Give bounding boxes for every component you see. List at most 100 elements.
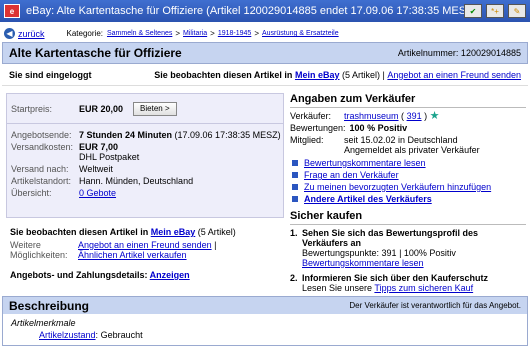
versandkosten-label: Versandkosten: [11, 142, 74, 152]
crumb-1918-1945[interactable]: 1918-1945 [218, 30, 251, 37]
paren: ) [424, 111, 428, 121]
window-title: eBay: Alte Kartentasche für Offiziere (A… [26, 5, 464, 17]
step2-link[interactable]: Tipps zum sicheren Kauf [374, 283, 473, 293]
step2-title: Informieren Sie sich über den Kauferschu… [302, 273, 489, 283]
price-row: Startpreis: EUR 20,00 Bieten > [7, 94, 283, 124]
frage-link[interactable]: Frage an den Verkäufer [304, 170, 399, 180]
weitere-row: Weitere Möglichkeiten: Angebot an einen F… [6, 240, 284, 260]
favorite-add-icon[interactable]: *+ [486, 4, 504, 18]
time-left: 7 Stunden 24 Minuten [79, 130, 173, 140]
favorite-seller-link[interactable]: Zu meinen bevorzugten Verkäufern hinzufü… [304, 182, 491, 192]
paren: ( [401, 111, 405, 121]
zustand-value: Gebraucht [100, 330, 143, 340]
angebotsende-row: Angebotsende: 7 Stunden 24 Minuten (17.0… [7, 130, 283, 142]
payment-label: Angebots- und Zahlungsdetails: [10, 270, 148, 280]
bullet-icon [292, 184, 298, 190]
step1-detail: Bewertungspunkte: 391 | 100% Positiv [302, 248, 456, 258]
list-item: 1. Sehen Sie sich das Bewertungsprofil d… [290, 228, 526, 268]
description-title: Beschreibung [9, 298, 90, 313]
bullet-icon [292, 196, 298, 202]
seller-name-link[interactable]: trashmuseum [344, 111, 399, 121]
login-status: Sie sind eingeloggt [9, 69, 92, 80]
description-section: Beschreibung Der Verkäufer ist verantwor… [2, 296, 528, 346]
browser-icon: e [4, 4, 20, 18]
back-link[interactable]: zurück [18, 29, 45, 39]
crumb-sammeln[interactable]: Sammeln & Seltenes [107, 30, 172, 37]
breadcrumb: ◀ zurück Kategorie: Sammeln & Seltenes >… [0, 25, 530, 42]
checkbox-toolbar-icon[interactable]: ✔ [464, 4, 482, 18]
colon: : [95, 330, 99, 340]
similar-link[interactable]: Ähnlichen Artikel verkaufen [78, 250, 187, 260]
bieten-button[interactable]: Bieten > [133, 101, 177, 116]
startpreis-label: Startpreis: [11, 103, 53, 114]
crumb-separator: > [210, 29, 215, 38]
standort-row: Artikelstandort: Hann. Münden, Deutschla… [7, 176, 283, 188]
seller-heading: Angaben zum Verkäufer [290, 93, 526, 108]
weitere-label: Weitere [10, 240, 41, 250]
mein-ebay-link-2[interactable]: Mein eBay [151, 227, 196, 237]
crumb-separator: > [254, 29, 259, 38]
versandkosten-value: EUR 7,00 [79, 142, 119, 152]
seller-score-link[interactable]: 391 [407, 111, 422, 121]
back-arrow-icon[interactable]: ◀ [4, 28, 15, 39]
window-titlebar: e eBay: Alte Kartentasche für Offiziere … [0, 0, 530, 22]
step1-title: Sehen Sie sich das Bewertungsprofil des … [302, 228, 479, 248]
friend-link-2[interactable]: Angebot an einen Freund senden [78, 240, 212, 250]
bullet-icon [292, 172, 298, 178]
standort-label: Artikelstandort: [11, 176, 72, 186]
mitglied-label: Mitglied: [290, 135, 324, 145]
watch-count-2: (5 Artikel) [197, 227, 236, 237]
bewertungen-label: Bewertungen: [290, 123, 346, 133]
bewertungen-value: 100 % Positiv [349, 123, 408, 133]
edit-note-icon[interactable]: ✎ [508, 4, 526, 18]
list-item: Zu meinen bevorzugten Verkäufern hinzufü… [290, 182, 526, 192]
gebote-link[interactable]: 0 Gebote [79, 188, 283, 198]
seller-name-row: Verkäufer: trashmuseum ( 391 ) ★ [290, 111, 526, 122]
startpreis-value: EUR 20,00 [79, 103, 124, 114]
verkaeufer-label: Verkäufer: [290, 111, 332, 121]
crumb-ausruestung[interactable]: Ausrüstung & Ersatzteile [262, 30, 339, 37]
payment-row: Angebots- und Zahlungsdetails: Anzeigen [6, 270, 284, 280]
friend-link[interactable]: Angebot an einen Freund senden [387, 70, 521, 80]
step1-link[interactable]: Bewertungskommentare lesen [302, 258, 424, 268]
standort-value: Hann. Münden, Deutschland [79, 176, 194, 186]
watch-prefix: Sie beobachten diesen Artikel in [10, 227, 149, 237]
divider: | [382, 69, 385, 80]
payment-link[interactable]: Anzeigen [150, 270, 190, 280]
versand-value: Weltweit [79, 164, 113, 174]
sicher-steps: 1. Sehen Sie sich das Bewertungsprofil d… [290, 228, 526, 293]
watch-info: Sie beobachten diesen Artikel in Mein eB… [154, 70, 521, 80]
versand-row: Versand nach: Weltweit [7, 164, 283, 176]
crumb-separator: > [175, 29, 181, 38]
mitglied-row: Mitglied: seit 15.02.02 in Deutschland An… [290, 135, 526, 155]
login-status-row: Sie sind eingeloggt Sie beobachten diese… [2, 64, 528, 86]
other-items-link[interactable]: Andere Artikel des Verkäufers [304, 194, 432, 204]
step-number: 2. [290, 273, 298, 283]
watch-count: (5 Artikel) [342, 69, 381, 80]
item-details-panel: Startpreis: EUR 20,00 Bieten > Angebotse… [6, 93, 284, 218]
bewertungen-row: Bewertungen: 100 % Positiv [290, 123, 526, 133]
seller-panel: Angaben zum Verkäufer Verkäufer: trashmu… [290, 93, 526, 293]
watch-prefix: Sie beobachten diesen Artikel in [154, 69, 293, 80]
zustand-row: Artikelzustand: Gebraucht [3, 330, 527, 340]
versand-label: Versand nach: [11, 164, 69, 174]
crumb-militaria[interactable]: Militaria [183, 30, 207, 37]
uebersicht-label: Übersicht: [11, 188, 52, 198]
seller-links: Bewertungskommentare lesen Frage an den … [290, 158, 526, 204]
mitglied-line1: seit 15.02.02 in Deutschland [344, 135, 458, 145]
versandkosten-row: Versandkosten: EUR 7,00 DHL Postpaket [7, 142, 283, 164]
versand-method: DHL Postpaket [79, 152, 140, 162]
kategorie-label: Kategorie: [66, 29, 103, 38]
uebersicht-row: Übersicht: 0 Gebote [7, 188, 283, 200]
step2-prefix: Lesen Sie unsere [302, 283, 373, 293]
bewertungskommentare-link[interactable]: Bewertungskommentare lesen [304, 158, 426, 168]
zustand-link[interactable]: Artikelzustand [39, 330, 96, 340]
mein-ebay-link[interactable]: Mein eBay [295, 70, 340, 80]
list-item: Andere Artikel des Verkäufers [290, 194, 526, 204]
mitglied-line2: Angemeldet als privater Verkäufer [344, 145, 480, 155]
list-item: Frage an den Verkäufer [290, 170, 526, 180]
artikelmerkmale-label: Artikelmerkmale [11, 318, 76, 328]
watch-text: Sie beobachten diesen Artikel in Mein eB… [6, 224, 284, 240]
angebotsende-label: Angebotsende: [11, 130, 72, 140]
list-item: Bewertungskommentare lesen [290, 158, 526, 168]
